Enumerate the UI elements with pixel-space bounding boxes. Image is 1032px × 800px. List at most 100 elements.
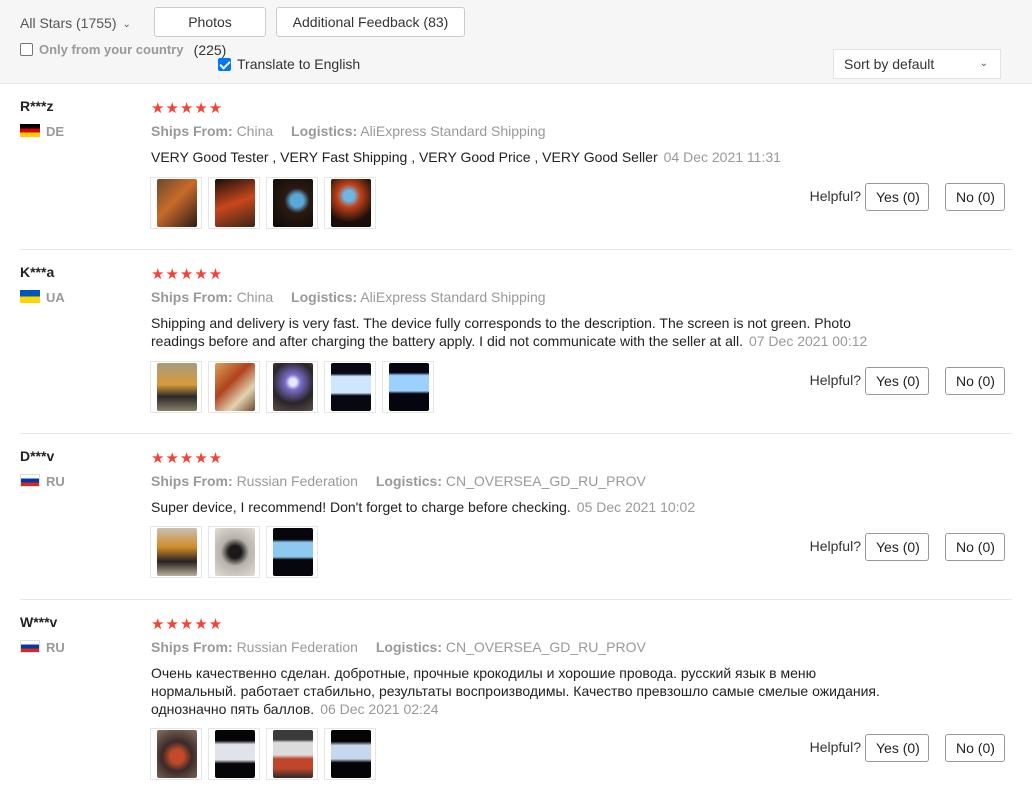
translate-checkbox[interactable] [218, 58, 231, 71]
helpful-controls: Helpful? Yes (0) No (0) [665, 183, 1005, 211]
review-photo-thumbnail[interactable] [150, 728, 202, 780]
helpful-no-button[interactable]: No (0) [945, 734, 1005, 762]
chevron-down-icon: ⌄ [122, 19, 131, 30]
review-photos [150, 177, 382, 232]
helpful-controls: Helpful? Yes (0) No (0) [665, 533, 1005, 561]
logistics-value: AliExpress Standard Shipping [360, 123, 546, 139]
review-photo-thumbnail[interactable] [266, 526, 318, 578]
review-text: VERY Good Tester , VERY Fast Shipping , … [151, 148, 891, 166]
review-photo-thumbnail[interactable] [382, 361, 434, 413]
ships-from-label: Ships From: [151, 473, 233, 489]
reviewer-name: D***v [20, 448, 55, 464]
logistics-value: CN_OVERSEA_GD_RU_PROV [445, 473, 646, 489]
review-photo-thumbnail[interactable] [208, 728, 260, 780]
shipping-info: Ships From: Russian Federation Logistics… [151, 473, 646, 489]
helpful-controls: Helpful? Yes (0) No (0) [665, 367, 1005, 395]
ships-from-value: Russian Federation [236, 473, 358, 489]
flag-ru-icon [20, 640, 40, 653]
review-photo-thumbnail[interactable] [324, 361, 376, 413]
review-date: 04 Dec 2021 11:31 [663, 149, 781, 165]
logistics-value: CN_OVERSEA_GD_RU_PROV [445, 639, 646, 655]
review-item: D***v RU ★★★★★ Ships From: Russian Feder… [20, 434, 1012, 600]
star-rating: ★★★★★ [151, 616, 224, 633]
country-code: DE [46, 124, 65, 139]
translate-label: Translate to English [237, 56, 361, 72]
logistics-label: Logistics: [375, 639, 442, 655]
review-body: Очень качественно сделан. добротные, про… [151, 665, 880, 717]
additional-feedback-button[interactable]: Additional Feedback (83) [276, 7, 465, 37]
review-photo-thumbnail[interactable] [208, 361, 260, 413]
star-rating: ★★★★★ [151, 100, 224, 117]
reviewer-name: R***z [20, 98, 54, 114]
flag-de-icon [20, 124, 40, 137]
review-photo-thumbnail[interactable] [150, 361, 202, 413]
review-photo-thumbnail[interactable] [150, 526, 202, 578]
helpful-label: Helpful? [809, 188, 861, 204]
ships-from-label: Ships From: [151, 639, 233, 655]
star-rating: ★★★★★ [151, 266, 224, 283]
ships-from-label: Ships From: [151, 123, 233, 139]
star-filter-label: All Stars (1755) [20, 15, 117, 31]
country-code: RU [46, 640, 65, 655]
ships-from-label: Ships From: [151, 289, 233, 305]
review-item: R***z DE ★★★★★ Ships From: China Logisti… [20, 84, 1012, 250]
helpful-yes-button[interactable]: Yes (0) [865, 533, 929, 561]
helpful-yes-button[interactable]: Yes (0) [865, 367, 929, 395]
helpful-label: Helpful? [809, 372, 861, 388]
review-photos [150, 361, 440, 416]
review-photo-thumbnail[interactable] [266, 728, 318, 780]
reviewer-country: RU [20, 640, 65, 655]
shipping-info: Ships From: China Logistics: AliExpress … [151, 289, 546, 305]
logistics-label: Logistics: [291, 289, 358, 305]
helpful-no-button[interactable]: No (0) [945, 533, 1005, 561]
shipping-info: Ships From: Russian Federation Logistics… [151, 639, 646, 655]
filter-bar: All Stars (1755) ⌄ Photos (225) Additiona… [0, 0, 1032, 84]
ships-from-value: China [236, 123, 274, 139]
shipping-info: Ships From: China Logistics: AliExpress … [151, 123, 546, 139]
review-text: Очень качественно сделан. добротные, про… [151, 664, 891, 718]
ships-from-value: China [236, 289, 274, 305]
logistics-value: AliExpress Standard Shipping [360, 289, 546, 305]
helpful-label: Helpful? [809, 739, 861, 755]
only-country-checkbox-row[interactable]: Only from your country [20, 40, 183, 60]
helpful-no-button[interactable]: No (0) [945, 183, 1005, 211]
review-body: Super device, I recommend! Don't forget … [151, 499, 571, 515]
helpful-controls: Helpful? Yes (0) No (0) [665, 734, 1005, 762]
review-date: 07 Dec 2021 00:12 [748, 333, 868, 349]
helpful-yes-button[interactable]: Yes (0) [865, 183, 929, 211]
only-country-checkbox[interactable] [20, 43, 33, 56]
star-filter-dropdown[interactable]: All Stars (1755) ⌄ [20, 12, 131, 34]
helpful-no-button[interactable]: No (0) [945, 367, 1005, 395]
photos-filter-button[interactable]: Photos (225) [154, 7, 266, 58]
review-photo-thumbnail[interactable] [266, 177, 318, 229]
helpful-label: Helpful? [809, 538, 861, 554]
reviewer-name: W***v [20, 614, 58, 630]
translate-checkbox-row[interactable]: Translate to English [218, 54, 360, 74]
reviewer-country: DE [20, 124, 64, 139]
only-country-label: Only from your country [39, 42, 184, 57]
helpful-yes-button[interactable]: Yes (0) [865, 734, 929, 762]
review-body: VERY Good Tester , VERY Fast Shipping , … [151, 149, 658, 165]
review-body: Shipping and delivery is very fast. The … [151, 315, 851, 349]
sort-label: Sort by default [844, 56, 935, 72]
review-text: Shipping and delivery is very fast. The … [151, 314, 891, 350]
review-photo-thumbnail[interactable] [150, 177, 202, 229]
chevron-down-icon: ⌄ [979, 58, 988, 69]
country-code: UA [46, 290, 65, 305]
reviewer-country: RU [20, 474, 65, 489]
review-photo-thumbnail[interactable] [266, 361, 318, 413]
reviewer-country: UA [20, 290, 65, 305]
review-photo-thumbnail[interactable] [208, 177, 260, 229]
star-rating: ★★★★★ [151, 450, 224, 467]
review-date: 05 Dec 2021 10:02 [576, 499, 696, 515]
ships-from-value: Russian Federation [236, 639, 358, 655]
review-photo-thumbnail[interactable] [324, 728, 376, 780]
sort-dropdown[interactable]: Sort by default ⌄ [833, 49, 1001, 79]
flag-ru-icon [20, 474, 40, 487]
review-photo-thumbnail[interactable] [208, 526, 260, 578]
country-code: RU [46, 474, 65, 489]
logistics-label: Logistics: [375, 473, 442, 489]
review-date: 06 Dec 2021 02:24 [320, 701, 439, 717]
review-photos [150, 526, 324, 581]
review-photo-thumbnail[interactable] [324, 177, 376, 229]
